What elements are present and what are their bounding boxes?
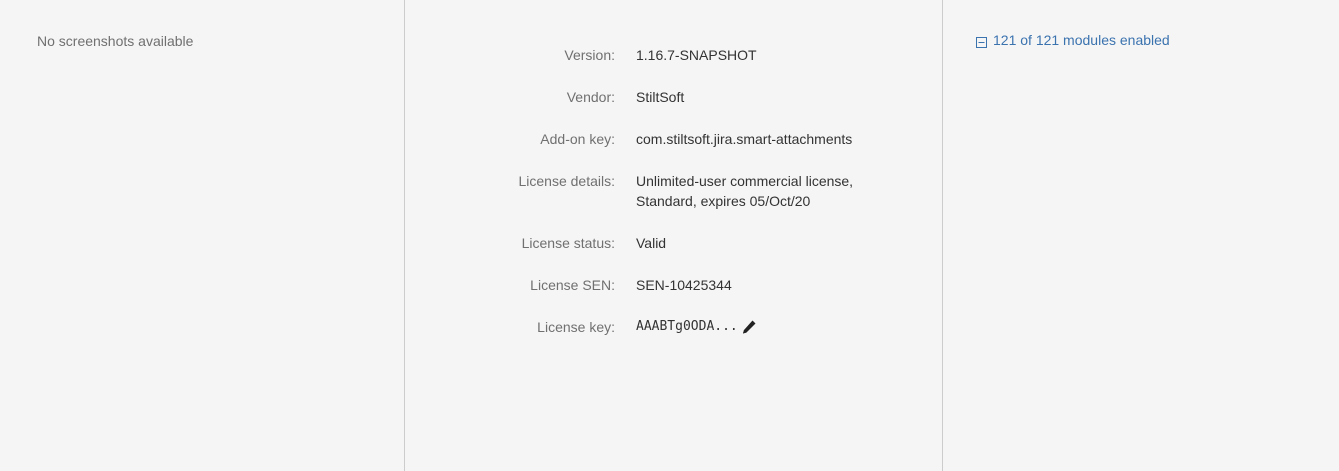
detail-row-license-status: License status: Valid (405, 233, 942, 253)
no-screenshots-text: No screenshots available (37, 33, 194, 49)
license-status-label: License status: (521, 235, 615, 251)
license-sen-label: License SEN: (530, 277, 615, 293)
addon-details-list: Version: 1.16.7-SNAPSHOT Vendor: StiltSo… (405, 45, 942, 359)
modules-panel: 121 of 121 modules enabled (943, 0, 1339, 471)
version-value: 1.16.7-SNAPSHOT (636, 47, 757, 63)
vendor-value: StiltSoft (636, 89, 685, 105)
addon-key-value: com.stiltsoft.jira.smart-attachments (636, 131, 853, 147)
screenshots-panel: No screenshots available (0, 0, 405, 471)
detail-row-license-key: License key: AAABTg0ODA... (405, 317, 942, 337)
collapse-icon (976, 35, 987, 48)
license-key-value-wrap: AAABTg0ODA... (636, 317, 876, 337)
pencil-icon[interactable] (741, 319, 757, 335)
version-label: Version: (564, 47, 615, 63)
license-key-label: License key: (537, 319, 615, 335)
vendor-label: Vendor: (566, 89, 615, 105)
modules-toggle-link[interactable]: 121 of 121 modules enabled (976, 32, 1170, 48)
license-status-value: Valid (636, 235, 667, 251)
license-key-value: AAABTg0ODA... (636, 319, 738, 334)
detail-row-license-sen: License SEN: SEN-10425344 (405, 275, 942, 295)
license-sen-value: SEN-10425344 (636, 277, 732, 293)
license-details-value: Unlimited-user commercial license, Stand… (636, 173, 854, 209)
license-details-label: License details: (518, 173, 615, 189)
addon-key-label: Add-on key: (540, 131, 615, 147)
detail-row-license-details: License details: Unlimited-user commerci… (405, 171, 942, 211)
addon-details-panel: Version: 1.16.7-SNAPSHOT Vendor: StiltSo… (405, 0, 943, 471)
detail-row-vendor: Vendor: StiltSoft (405, 87, 942, 107)
modules-link-text: 121 of 121 modules enabled (993, 32, 1170, 48)
detail-row-version: Version: 1.16.7-SNAPSHOT (405, 45, 942, 65)
detail-row-addon-key: Add-on key: com.stiltsoft.jira.smart-att… (405, 129, 942, 149)
